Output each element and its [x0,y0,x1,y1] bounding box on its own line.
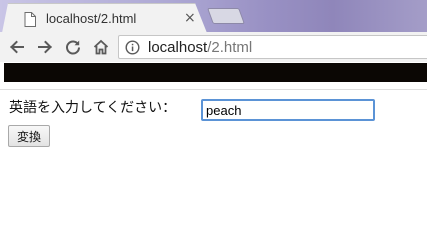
tab-strip: localhost/2.html × [0,0,427,32]
bookmarks-bar [4,63,427,82]
reload-icon [66,40,80,55]
browser-window: localhost/2.html × localhost/2.html 英語を入… [0,0,427,205]
english-input[interactable] [201,99,375,121]
toolbar: localhost/2.html [0,32,427,62]
page-icon [24,12,36,27]
forward-arrow-icon [38,40,52,54]
forward-button[interactable] [34,36,56,58]
address-bar[interactable]: localhost/2.html [118,35,427,59]
home-icon [93,39,109,55]
reload-button[interactable] [62,36,84,58]
url-text: localhost/2.html [148,39,252,56]
page-content: 英語を入力してください： 変換 [0,90,427,205]
back-arrow-icon [10,40,24,54]
tab-close-icon[interactable]: × [184,10,196,26]
info-icon[interactable] [125,40,140,55]
url-host: localhost [148,39,208,56]
new-tab-button[interactable] [207,8,245,24]
convert-button[interactable]: 変換 [8,125,50,147]
input-prompt-label: 英語を入力してください： [9,100,177,116]
back-button[interactable] [6,36,28,58]
home-button[interactable] [90,36,112,58]
url-path: /2.html [207,39,253,56]
tab-title: localhost/2.html [46,11,137,26]
tab-localhost[interactable]: localhost/2.html × [2,3,207,32]
